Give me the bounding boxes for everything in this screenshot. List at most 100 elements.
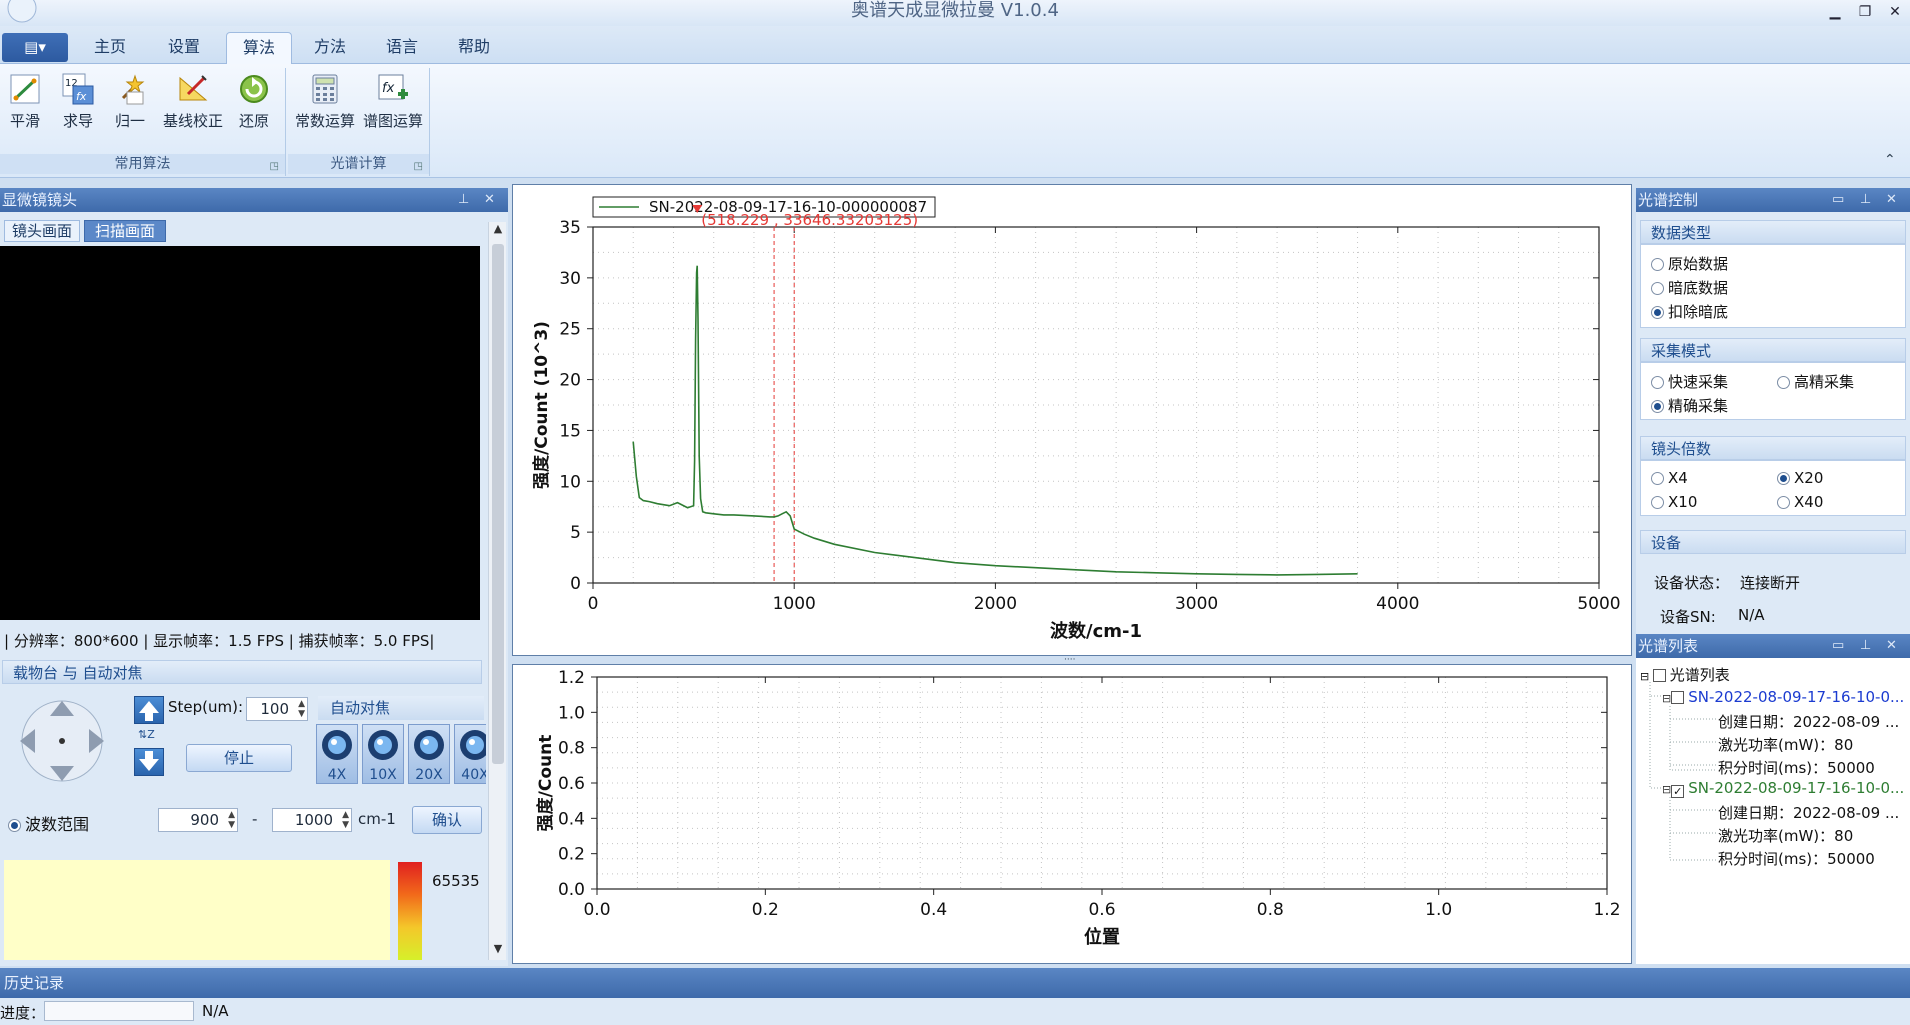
spectrum-operation-button[interactable]: fx 谱图运算: [360, 72, 426, 131]
y-tick-label: 15: [559, 421, 581, 441]
constant-operation-button[interactable]: 常数运算: [292, 72, 358, 131]
acq-mode-high[interactable]: 高精采集: [1777, 371, 1854, 392]
acq-mode-group: 快速采集 高精采集 精确采集: [1640, 362, 1906, 420]
lens-40x-button[interactable]: 40X: [454, 724, 486, 784]
restore-window-icon[interactable]: ▭: [1832, 634, 1844, 658]
microscope-panel-header: 显微镜镜头 ⊥ ✕: [0, 188, 508, 212]
scroll-thumb[interactable]: [492, 244, 504, 764]
history-bar[interactable]: 历史记录: [0, 968, 1910, 998]
pin-icon[interactable]: ⊥: [458, 188, 469, 212]
baseline-correction-button[interactable]: 基线校正: [160, 72, 226, 131]
ribbon-group-spectrum-label: 光谱计算: [288, 154, 429, 174]
radio-icon: [1777, 376, 1790, 389]
panel-close-icon[interactable]: ✕: [1886, 188, 1897, 212]
stop-button[interactable]: 停止: [186, 744, 292, 772]
tab-help[interactable]: 帮助: [442, 32, 506, 64]
left-panel-scrollbar[interactable]: ▲ ▼: [488, 222, 506, 960]
y-tick-label: 0.2: [558, 845, 585, 865]
lens-x4[interactable]: X4: [1651, 469, 1688, 487]
spectrum-chart-svg[interactable]: 0 1000 2000 3000 4000 5000 0 5 10 15 20 25 30 35 波数/cm…: [513, 185, 1631, 655]
ribbon-group-common-label: 常用算法: [0, 154, 285, 174]
dialog-launcher-icon[interactable]: ◳: [414, 161, 423, 172]
camera-view[interactable]: [0, 246, 480, 620]
tab-language[interactable]: 语言: [370, 32, 434, 64]
lens-x10[interactable]: X10: [1651, 493, 1697, 511]
panel-close-icon[interactable]: ✕: [1886, 634, 1897, 658]
data-type-raw[interactable]: 原始数据: [1651, 253, 1728, 274]
range-radio[interactable]: 波数范围: [8, 811, 89, 835]
range-max-input[interactable]: 1000 ▲ ▼: [272, 808, 352, 832]
normalize-button[interactable]: 归一: [108, 72, 152, 131]
scan-image-area[interactable]: [4, 860, 390, 960]
x-tick-label: 0.0: [583, 900, 610, 920]
data-type-header: 数据类型: [1640, 220, 1906, 244]
tab-method[interactable]: 方法: [298, 32, 362, 64]
lens-10x-button[interactable]: 10X: [362, 724, 404, 784]
panel-close-icon[interactable]: ✕: [484, 188, 495, 212]
scroll-up-icon[interactable]: ▲: [489, 222, 507, 240]
position-chart[interactable]: 0.0 0.2 0.4 0.6 0.8 1.0 1.2 0.0 0.2 0.4 0.6 0.8 1.0 1…: [512, 664, 1632, 964]
ribbon-group-common: 平滑 12 fx 求导 归一 基线校正 还原 常用算法 ◳: [0, 68, 286, 176]
position-chart-svg[interactable]: 0.0 0.2 0.4 0.6 0.8 1.0 1.2 0.0 0.2 0.4 0.6 0.8 1.0 1…: [513, 665, 1631, 963]
z-up-button[interactable]: [134, 696, 164, 724]
x-tick-label: 4000: [1376, 594, 1419, 614]
data-type-subtract[interactable]: 扣除暗底: [1651, 301, 1728, 322]
pin-icon[interactable]: ⊥: [1860, 188, 1871, 212]
lens-x40[interactable]: X40: [1777, 493, 1823, 511]
derivative-button[interactable]: 12 fx 求导: [56, 72, 100, 131]
step-input[interactable]: 100 ▲ ▼: [246, 697, 308, 721]
stage-group-header: 载物台 与 自动对焦: [2, 660, 482, 684]
stage-joystick[interactable]: [12, 694, 112, 788]
normalize-label: 归一: [114, 112, 145, 130]
close-button[interactable]: ✕: [1882, 2, 1908, 22]
x-axis-label: 位置: [1084, 926, 1120, 948]
splitter-grip-icon[interactable]: ····: [1064, 656, 1080, 665]
tab-algorithm[interactable]: 算法: [226, 32, 293, 64]
lens-icon: [322, 730, 352, 760]
y-tick-label: 1.2: [558, 668, 585, 688]
lens-icon: [460, 730, 486, 760]
z-sort-icon: ⇅Z: [138, 728, 155, 741]
lens-x40-label: X40: [1794, 493, 1824, 511]
tab-camera-view[interactable]: 镜头画面: [4, 220, 80, 242]
restore-window-icon[interactable]: ▭: [1832, 188, 1844, 212]
radio-icon: [1651, 282, 1664, 295]
arrow-up-icon: [139, 701, 159, 721]
tab-settings[interactable]: 设置: [152, 32, 216, 64]
lens-icon: [414, 730, 444, 760]
radio-icon: [8, 819, 21, 832]
app-menu-button[interactable]: ▤▾: [2, 33, 68, 62]
smooth-button[interactable]: 平滑: [4, 72, 46, 131]
restore-button[interactable]: 还原: [232, 72, 276, 131]
dialog-launcher-icon[interactable]: ◳: [270, 161, 279, 172]
scroll-down-icon[interactable]: ▼: [489, 942, 507, 960]
acq-mode-fast[interactable]: 快速采集: [1651, 371, 1728, 392]
confirm-button[interactable]: 确认: [412, 806, 482, 834]
x-tick-label: 1000: [773, 594, 816, 614]
y-tick-label: 0.8: [558, 739, 585, 759]
range-min-value: 900: [190, 811, 219, 829]
lens-4x-button[interactable]: 4X: [316, 724, 358, 784]
range-min-input[interactable]: 900 ▲ ▼: [158, 808, 238, 832]
pin-icon[interactable]: ⊥: [1860, 634, 1871, 658]
lens-x20[interactable]: X20: [1777, 469, 1823, 487]
derivative-icon: 12fx: [62, 73, 94, 105]
lens-20x-button[interactable]: 20X: [408, 724, 450, 784]
y-tick-label: 1.0: [558, 703, 585, 723]
minimize-button[interactable]: ▁: [1822, 2, 1848, 22]
microscope-panel: 显微镜镜头 ⊥ ✕ 镜头画面 扫描画面 ▲ ▼ | 分辨率：800*600 | …: [0, 188, 508, 966]
acq-mode-precise[interactable]: 精确采集: [1651, 395, 1728, 416]
maximize-button[interactable]: ❐: [1852, 2, 1878, 22]
range-max-value: 1000: [294, 811, 333, 829]
spectrum-chart[interactable]: 0 1000 2000 3000 4000 5000 0 5 10 15 20 25 30 35 波数/cm…: [512, 184, 1632, 656]
y-tick-label: 0.6: [558, 774, 585, 794]
y-axis-label: 强度/Count: [535, 735, 556, 832]
tab-home[interactable]: 主页: [78, 32, 142, 64]
lens-10x-label: 10X: [369, 767, 397, 783]
z-down-button[interactable]: [134, 748, 164, 776]
tab-scan-view[interactable]: 扫描画面: [84, 220, 166, 242]
lens-20x-label: 20X: [415, 767, 443, 783]
collapse-ribbon-icon[interactable]: ⌃: [1884, 152, 1896, 168]
y-tick-label: 20: [559, 371, 581, 391]
data-type-dark[interactable]: 暗底数据: [1651, 277, 1728, 298]
